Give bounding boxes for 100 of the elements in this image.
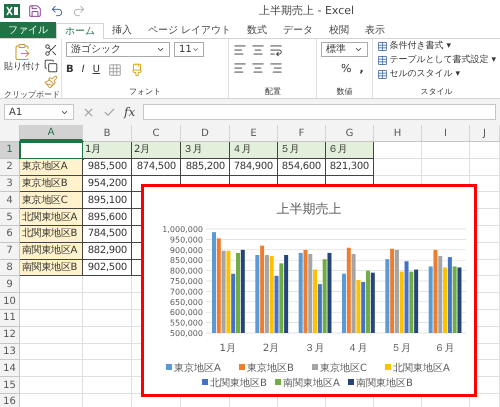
chart-area[interactable]: 上半期売上 500,000 550,000 600,000 650,000 700,000 750,000 800,000 850,000 900,000 950,000 1,000,000 1月 2月 ３月 ４月 ５月 ６月 東京地区A 東京地区B 東京地区C 北関東地区A 北関東地区B 南関東地区A 南関東地区B	[141, 184, 477, 397]
copy-icon[interactable]	[44, 59, 58, 73]
row-header[interactable]: 1	[0, 142, 20, 159]
row-header[interactable]: 14	[0, 360, 20, 378]
column-header[interactable]: G	[326, 125, 374, 141]
table-cell: 854,600	[278, 158, 326, 176]
column-header[interactable]: E	[230, 125, 278, 141]
row-header[interactable]: 8	[0, 260, 20, 276]
legend-entry: 北関東地区B	[202, 378, 267, 389]
column-header[interactable]: D	[181, 125, 230, 141]
table-cell: 東京地区A	[20, 158, 83, 176]
column-header[interactable]: J	[470, 125, 500, 141]
group-label: クリップボード	[3, 89, 61, 101]
ribbon-tab[interactable]: ホーム	[56, 23, 104, 39]
row-header[interactable]: 6	[0, 226, 20, 243]
save-icon[interactable]	[28, 4, 42, 18]
table-cell	[374, 142, 422, 159]
wrap-text-icon[interactable]	[269, 43, 284, 57]
number-format-field[interactable]: 標準	[321, 42, 368, 57]
axis-label: 750,000	[170, 277, 203, 286]
align-middle-icon[interactable]	[251, 43, 266, 57]
legend-label: 東京地区B	[247, 362, 294, 374]
row-header[interactable]: 10	[0, 293, 20, 310]
undo-icon[interactable]	[50, 4, 64, 18]
scissors-icon[interactable]	[44, 43, 58, 57]
align-left-icon[interactable]	[233, 61, 248, 75]
border-icon[interactable]	[108, 62, 122, 76]
row-header[interactable]: 2	[0, 158, 20, 176]
confirm-icon[interactable]	[103, 106, 116, 118]
table-icon	[376, 69, 388, 80]
italic-button[interactable]: I	[82, 62, 85, 77]
table-cell	[20, 276, 83, 294]
column-header[interactable]: B	[83, 125, 132, 141]
style-menu-button[interactable]: セルのスタイル ▾	[376, 68, 496, 81]
column-header[interactable]: I	[422, 125, 470, 141]
axis-label: ６月	[434, 343, 454, 354]
column-header[interactable]: H	[374, 125, 422, 141]
table-cell	[20, 344, 83, 360]
selected-cell[interactable]	[20, 142, 83, 159]
name-box[interactable]: A1	[4, 104, 74, 120]
style-menu-button[interactable]: テーブルとして書式設定 ▾	[376, 54, 496, 67]
group-label: 数値	[335, 86, 354, 98]
table-cell	[20, 326, 83, 344]
axis-label: 850,000	[170, 256, 203, 266]
table-cell: ４月	[230, 142, 278, 159]
comma-button[interactable]: ,	[359, 61, 364, 78]
table-cell: 2月	[132, 142, 181, 159]
formula-input[interactable]	[143, 104, 496, 120]
style-menu-button[interactable]: 条件付き書式 ▾	[376, 40, 496, 53]
row-header[interactable]: 9	[0, 276, 20, 294]
font-size-field[interactable]: 11	[174, 42, 204, 57]
table-cell: 784,500	[83, 226, 132, 243]
cancel-icon[interactable]	[82, 106, 95, 118]
ribbon-tab[interactable]: 挿入	[104, 22, 140, 38]
table-cell	[20, 360, 83, 378]
align-top-icon[interactable]	[233, 43, 248, 57]
table-cell: ６月	[326, 142, 374, 159]
bold-button[interactable]: B	[66, 62, 74, 77]
row-header[interactable]: 7	[0, 242, 20, 260]
row-header[interactable]: 5	[0, 209, 20, 226]
legend-entry: 南関東地区B	[348, 378, 413, 389]
group-label: 配置	[264, 86, 282, 98]
ribbon-tab[interactable]: 数式	[239, 22, 276, 38]
font-name-field[interactable]: 游ゴシック	[66, 42, 170, 57]
align-center-icon[interactable]	[251, 61, 266, 75]
axis-label: 900,000	[170, 246, 203, 255]
table-cell: 1月	[83, 142, 132, 159]
column-header[interactable]: F	[278, 125, 326, 141]
underline-button[interactable]: U	[92, 62, 100, 77]
table-cell: 874,500	[132, 158, 181, 176]
table-cell: 南関東地区A	[20, 242, 83, 260]
legend-label: 南関東地区B	[356, 377, 413, 389]
legend-label: 東京地区A	[174, 362, 221, 374]
table-icon	[376, 55, 388, 66]
table-cell: 北関東地区B	[20, 226, 83, 243]
column-header[interactable]: C	[132, 125, 181, 141]
ribbon-tab[interactable]: 校閲	[321, 22, 358, 38]
row-header[interactable]: 3	[0, 176, 20, 192]
table-icon	[376, 41, 388, 52]
row-header[interactable]: 16	[0, 394, 20, 407]
spreadsheet-app-icon[interactable]	[4, 4, 20, 18]
paste-button[interactable]: 貼り付け	[4, 43, 40, 74]
row-header[interactable]: 11	[0, 310, 20, 327]
ribbon-tab[interactable]: データ	[275, 22, 322, 38]
table-cell: 南関東地区B	[20, 260, 83, 276]
percent-button[interactable]: %	[340, 61, 352, 78]
table-cell	[20, 377, 83, 394]
align-right-icon[interactable]	[269, 61, 284, 75]
axis-label: 2月	[262, 343, 280, 354]
ribbon-tab[interactable]: 表示	[357, 22, 394, 38]
column-header[interactable]: A	[20, 125, 83, 141]
axis-label: ４月	[348, 343, 368, 354]
ribbon-tab[interactable]: ファイル	[0, 22, 56, 38]
row-header[interactable]: 13	[0, 344, 20, 360]
table-cell	[470, 142, 500, 159]
row-header[interactable]: 15	[0, 377, 20, 394]
row-header[interactable]: 4	[0, 192, 20, 210]
ribbon-tab[interactable]: ページ レイアウト	[140, 22, 240, 38]
function-button[interactable]: fx	[124, 103, 136, 121]
row-header[interactable]: 12	[0, 326, 20, 344]
